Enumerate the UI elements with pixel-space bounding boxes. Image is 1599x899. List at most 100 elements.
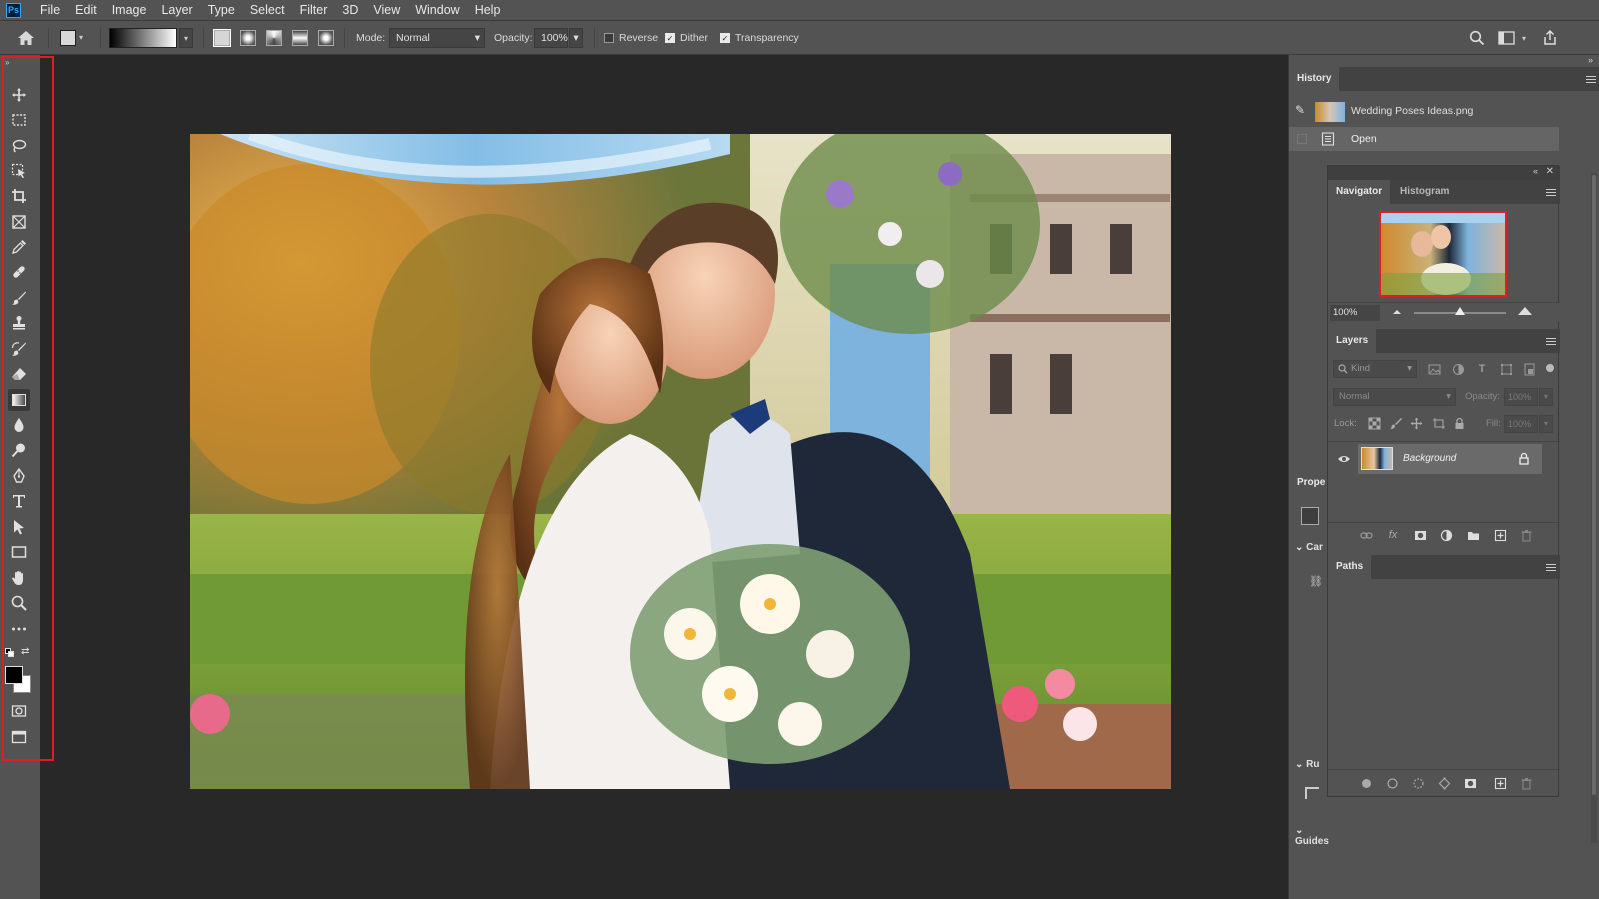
tab-navigator[interactable]: Navigator [1328, 180, 1391, 204]
gradient-picker[interactable]: ▾ [109, 21, 193, 55]
properties-rulers-section[interactable]: ⌄ Ru [1295, 759, 1320, 770]
close-icon[interactable]: ✕ [1546, 166, 1554, 177]
layer-name[interactable]: Background [1403, 453, 1456, 464]
dock-scrollbar[interactable] [1591, 173, 1597, 843]
reverse-checkbox[interactable]: Reverse [604, 21, 658, 55]
menu-edit[interactable]: Edit [68, 0, 105, 21]
collapse-icon[interactable]: « [1533, 166, 1538, 176]
new-adjustment-button[interactable] [1438, 527, 1454, 543]
delete-path-button[interactable] [1518, 775, 1534, 791]
filter-type-button[interactable]: T [1474, 361, 1490, 377]
reverse-checkbox-box[interactable] [604, 33, 614, 43]
layer-opacity-dropdown[interactable]: ▾ [1539, 388, 1553, 406]
menu-filter[interactable]: Filter [293, 0, 336, 21]
linear-gradient-button[interactable] [213, 29, 231, 47]
tab-paths[interactable]: Paths [1328, 555, 1372, 579]
menu-file[interactable]: File [33, 0, 68, 21]
properties-canvas-section[interactable]: ⌄ Car [1295, 542, 1323, 553]
stamp-tool[interactable] [8, 312, 30, 334]
dock-scrollbar-thumb[interactable] [1592, 175, 1596, 795]
menu-view[interactable]: View [366, 0, 408, 21]
rectangle-tool[interactable] [8, 541, 30, 563]
menu-layer[interactable]: Layer [154, 0, 200, 21]
menu-window[interactable]: Window [408, 0, 467, 21]
gradient-tool[interactable] [8, 389, 30, 411]
marquee-tool[interactable] [8, 109, 30, 131]
move-tool[interactable] [8, 84, 30, 106]
brush-tool[interactable] [8, 287, 30, 309]
eye-icon[interactable] [1337, 454, 1351, 464]
lock-icon[interactable] [1518, 452, 1530, 465]
screen-mode-button[interactable] [8, 726, 30, 748]
document-canvas[interactable] [190, 134, 1171, 789]
layer-opacity-input[interactable]: 100% [1504, 388, 1538, 406]
blur-tool[interactable] [8, 414, 30, 436]
tab-history[interactable]: History [1289, 67, 1340, 91]
swap-colors-icon[interactable]: ⇄ [21, 646, 29, 657]
dither-checkbox-box[interactable]: ✓ [665, 33, 675, 43]
path-select-tool[interactable] [8, 516, 30, 538]
opacity-input[interactable]: 100% [534, 28, 568, 48]
layer-style-button[interactable]: fx [1385, 527, 1401, 543]
pen-tool[interactable] [8, 465, 30, 487]
layer-row-background[interactable]: Background [1358, 444, 1542, 474]
fill-path-button[interactable] [1358, 775, 1374, 791]
menu-image[interactable]: Image [105, 0, 155, 21]
angle-gradient-button[interactable] [266, 30, 282, 46]
transparency-checkbox-box[interactable]: ✓ [720, 33, 730, 43]
menu-help[interactable]: Help [468, 0, 509, 21]
lasso-tool[interactable] [8, 135, 30, 157]
paths-menu-icon[interactable] [1546, 564, 1556, 572]
link-icon[interactable]: ⛓ [1309, 575, 1323, 588]
filter-toggle-icon[interactable] [1546, 364, 1554, 372]
tab-histogram[interactable]: Histogram [1392, 180, 1457, 204]
home-button[interactable] [17, 21, 35, 55]
history-menu-icon[interactable] [1586, 76, 1596, 84]
diamond-gradient-button[interactable] [318, 30, 334, 46]
delete-layer-button[interactable] [1518, 527, 1534, 543]
quick-mask-button[interactable] [8, 700, 30, 722]
share-button[interactable] [1542, 21, 1558, 55]
reflected-gradient-button[interactable] [292, 30, 308, 46]
properties-document-icon[interactable] [1301, 507, 1319, 525]
ruler-icon[interactable] [1305, 787, 1319, 799]
object-select-tool[interactable] [8, 160, 30, 182]
more-tools[interactable] [8, 618, 30, 640]
fill-input[interactable]: 100% [1504, 415, 1538, 433]
menu-select[interactable]: Select [243, 0, 293, 21]
floating-panel-header[interactable]: « ✕ [1328, 166, 1560, 180]
tool-preset-picker[interactable]: ▾ [60, 21, 86, 55]
collapse-tools-icon[interactable]: » [5, 58, 9, 67]
history-brush-source-icon[interactable]: ✎ [1295, 103, 1305, 117]
layer-blend-mode-select[interactable]: Normal ▾ [1333, 388, 1456, 406]
link-layers-button[interactable] [1358, 527, 1374, 543]
history-brush-tool[interactable] [8, 338, 30, 360]
hand-tool[interactable] [8, 567, 30, 589]
foreground-color-swatch[interactable] [5, 666, 23, 684]
lock-position-button[interactable] [1408, 415, 1424, 431]
navigator-view-box[interactable] [1379, 211, 1507, 297]
filter-smartobject-button[interactable] [1521, 361, 1537, 377]
type-tool[interactable] [8, 490, 30, 512]
mode-select[interactable]: Normal ▾ [389, 28, 485, 48]
search-button[interactable] [1469, 21, 1485, 55]
path-to-selection-button[interactable] [1410, 775, 1426, 791]
selection-to-path-button[interactable] [1436, 775, 1452, 791]
new-group-button[interactable] [1465, 527, 1481, 543]
zoom-in-icon[interactable] [1517, 306, 1533, 316]
default-colors-button[interactable] [5, 648, 14, 657]
lock-all-button[interactable] [1451, 415, 1467, 431]
lock-artboard-button[interactable] [1430, 415, 1446, 431]
transparency-checkbox[interactable]: ✓ Transparency [720, 21, 799, 55]
layers-menu-icon[interactable] [1546, 338, 1556, 346]
workspace-button[interactable]: ▾ [1498, 21, 1526, 55]
eraser-tool[interactable] [8, 363, 30, 385]
lock-transparent-button[interactable] [1366, 415, 1382, 431]
navigator-menu-icon[interactable] [1546, 189, 1556, 197]
history-snapshot-name[interactable]: Wedding Poses Ideas.png [1351, 105, 1473, 117]
lock-pixels-button[interactable] [1387, 415, 1403, 431]
zoom-tool[interactable] [8, 592, 30, 614]
filter-pixel-button[interactable] [1426, 361, 1442, 377]
zoom-out-icon[interactable] [1392, 308, 1402, 315]
tab-properties[interactable]: Prope [1291, 471, 1331, 495]
